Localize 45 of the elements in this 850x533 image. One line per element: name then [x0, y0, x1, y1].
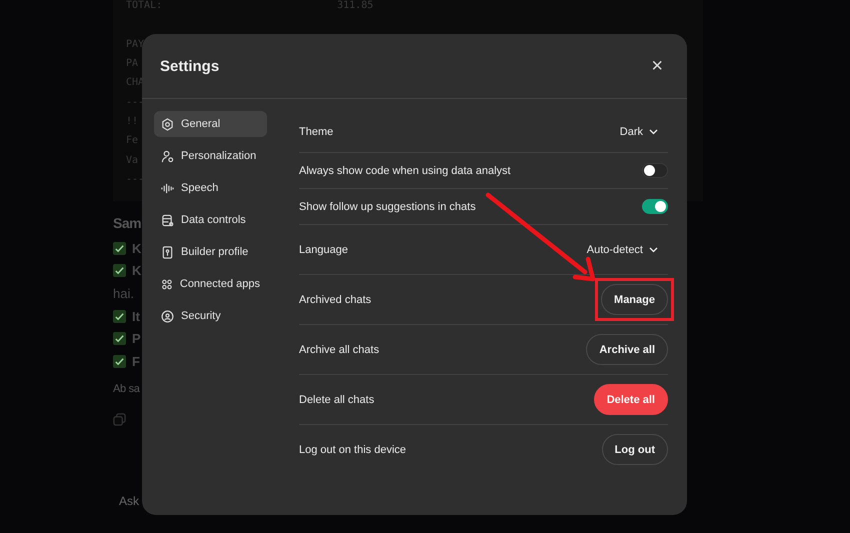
setting-label: Show follow up suggestions in chats: [299, 200, 476, 212]
sidebar-item[interactable]: Connected apps: [154, 271, 267, 297]
section-heading: Sam: [113, 215, 142, 231]
list-text: P: [132, 331, 141, 346]
toggle-switch[interactable]: [642, 163, 668, 178]
setting-label: Theme: [299, 126, 334, 138]
database-icon: [161, 214, 174, 226]
setting-label: Always show code when using data analyst: [299, 164, 511, 176]
dropdown[interactable]: Dark: [620, 126, 668, 138]
gear-icon: [161, 118, 174, 130]
body-text: hai.: [113, 286, 134, 301]
dropdown[interactable]: Auto-detect: [586, 244, 668, 256]
action-button[interactable]: Manage: [601, 284, 668, 315]
action-button[interactable]: Delete all: [594, 384, 668, 415]
sidebar-item[interactable]: General: [154, 111, 267, 137]
setting-label: Log out on this device: [299, 444, 406, 456]
person-icon: [161, 150, 174, 162]
action-button[interactable]: Log out: [602, 434, 668, 465]
sidebar-item[interactable]: Data controls: [154, 207, 267, 233]
chevron-down-icon: [649, 246, 658, 252]
sound-wave-icon: [161, 182, 174, 194]
setting-label: Language: [299, 244, 348, 256]
shield-icon: [161, 310, 174, 322]
setting-label: Archive all chats: [299, 344, 380, 356]
sidebar-item[interactable]: Personalization: [154, 143, 267, 169]
list-text: F: [132, 354, 140, 369]
message-input[interactable]: Ask: [113, 492, 313, 516]
setting-label: Delete all chats: [299, 394, 374, 406]
dialog-title: Settings: [160, 58, 220, 74]
chevron-down-icon: [649, 128, 658, 134]
list-text: K: [132, 263, 142, 278]
list-text: K: [132, 240, 142, 256]
list-text: It: [132, 308, 140, 324]
close-button[interactable]: ×: [647, 56, 667, 76]
grid-icon: [161, 278, 173, 290]
body-text: Ab sa: [113, 382, 140, 395]
code-text: !!: [126, 116, 138, 127]
sidebar-item[interactable]: Builder profile: [154, 239, 267, 265]
action-button[interactable]: Archive all: [586, 334, 668, 365]
toggle-switch[interactable]: [642, 199, 668, 214]
sidebar-item[interactable]: Security: [154, 303, 267, 329]
setting-label: Archived chats: [299, 294, 372, 306]
copy-icon: [113, 412, 126, 426]
sidebar-item[interactable]: Speech: [154, 175, 267, 201]
badge-icon: [161, 246, 174, 258]
